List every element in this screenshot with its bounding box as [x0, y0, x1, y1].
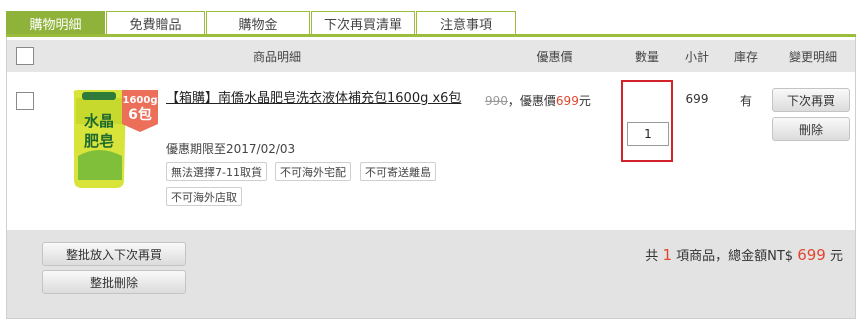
header-subtotal: 小計	[684, 49, 709, 64]
summary-prefix: 共	[645, 249, 659, 264]
table-header: 商品明細 優惠價 數量 小計 庫存 變更明細	[7, 40, 855, 72]
qty-highlight-box	[621, 80, 673, 162]
item-count: 1	[662, 246, 672, 264]
svg-text:肥皂: 肥皂	[84, 132, 114, 150]
buy-later-button[interactable]: 下次再買	[772, 88, 850, 112]
tab-free-gifts[interactable]: 免費贈品	[106, 11, 205, 34]
summary-mid: 項商品，總金額NT$	[676, 249, 794, 264]
tab-shopping-credit[interactable]: 購物金	[206, 11, 310, 34]
currency-suffix: 元	[578, 94, 591, 108]
discount-label: ，優惠價	[507, 94, 556, 108]
stock-value: 有	[739, 94, 752, 108]
header-price: 優惠價	[536, 49, 573, 64]
tab-bar: 購物明細 免費贈品 購物金 下次再買清單 注意事項	[6, 11, 517, 35]
header-stock: 庫存	[733, 49, 758, 64]
discount-price: 699	[555, 94, 579, 108]
table-row: 水晶 肥皂 1600g 6包 【箱購】南僑水晶肥皂洗衣液体補充包1600g x6…	[7, 72, 855, 230]
header-qty: 數量	[634, 49, 659, 64]
tab-buy-later-list[interactable]: 下次再買清單	[311, 11, 415, 34]
summary-suffix: 元	[829, 249, 843, 264]
badge-line2: 6包	[128, 106, 152, 123]
svg-text:水晶: 水晶	[84, 112, 114, 130]
item-checkbox[interactable]	[16, 92, 34, 110]
total-amount: 699	[797, 246, 826, 264]
product-name-link[interactable]: 【箱購】南僑水晶肥皂洗衣液体補充包1600g x6包	[166, 88, 466, 110]
order-summary: 共 1 項商品，總金額NT$ 699 元	[645, 245, 843, 264]
product-image[interactable]: 水晶 肥皂 1600g 6包	[64, 84, 164, 192]
original-price: 990	[485, 94, 508, 108]
cart-panel: 商品明細 優惠價 數量 小計 庫存 變更明細 水晶 肥皂 1600g 6包 【箱…	[6, 37, 856, 319]
quantity-input[interactable]: 1	[627, 122, 669, 146]
select-all-checkbox[interactable]	[16, 47, 34, 65]
product-package-icon: 水晶 肥皂 1600g 6包	[73, 90, 158, 188]
tag-no-overseas-pickup: 不可海外店取	[166, 187, 242, 206]
tab-notes[interactable]: 注意事項	[416, 11, 516, 34]
header-product: 商品明細	[252, 49, 301, 64]
header-change: 變更明細	[788, 49, 837, 64]
delete-button[interactable]: 刪除	[772, 117, 850, 141]
tab-shopping-details[interactable]: 購物明細	[6, 11, 105, 34]
cart-footer: 整批放入下次再買 整批刪除 共 1 項商品，總金額NT$ 699 元	[7, 230, 855, 318]
promo-period: 優惠期限至2017/02/03	[166, 142, 296, 156]
tag-no-711: 無法選擇7-11取貨	[166, 162, 267, 181]
tag-no-outlying-islands: 不可寄送離島	[360, 162, 436, 181]
batch-buy-later-button[interactable]: 整批放入下次再買	[42, 242, 186, 266]
badge-line1: 1600g	[123, 95, 158, 106]
batch-delete-button[interactable]: 整批刪除	[42, 270, 186, 294]
subtotal-value: 699	[685, 92, 709, 106]
price-cell: 990，優惠價699元	[485, 92, 591, 109]
tag-no-overseas-delivery: 不可海外宅配	[275, 162, 351, 181]
